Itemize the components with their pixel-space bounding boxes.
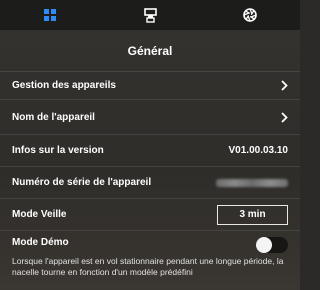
serial-number-label: Numéro de série de l'appareil <box>12 177 152 188</box>
demo-mode-label: Mode Démo <box>12 237 69 248</box>
tab-aircraft[interactable] <box>100 0 200 30</box>
demo-mode-row: Mode Démo <box>0 231 300 255</box>
demo-mode-description: Lorsque l'appareil est en vol stationnai… <box>12 256 284 277</box>
serial-number-redacted <box>216 178 288 187</box>
version-value: V01.00.03.10 <box>228 145 289 156</box>
demo-mode-toggle[interactable] <box>256 237 288 253</box>
sleep-mode-select[interactable]: 3 min <box>217 204 288 225</box>
tab-camera[interactable] <box>200 0 300 30</box>
serial-number-row: Numéro de série de l'appareil <box>0 167 300 199</box>
toggle-knob <box>256 237 272 253</box>
sleep-mode-label: Mode Veille <box>12 209 67 220</box>
chevron-right-icon <box>278 79 288 93</box>
sleep-mode-row: Mode Veille 3 min <box>0 199 300 231</box>
device-management-row[interactable]: Gestion des appareils <box>0 72 300 100</box>
device-name-row[interactable]: Nom de l'appareil <box>0 100 300 135</box>
device-name-label: Nom de l'appareil <box>12 111 95 123</box>
aircraft-icon <box>143 7 157 23</box>
device-management-label: Gestion des appareils <box>12 80 116 91</box>
top-tab-bar <box>0 0 300 30</box>
tab-general[interactable] <box>0 0 100 30</box>
page-title: Général <box>0 30 300 72</box>
chevron-right-icon <box>278 110 288 124</box>
version-info-row: Infos sur la version V01.00.03.10 <box>0 135 300 167</box>
grid-icon <box>44 9 56 21</box>
aperture-icon <box>243 8 257 22</box>
version-info-label: Infos sur la version <box>12 145 104 156</box>
